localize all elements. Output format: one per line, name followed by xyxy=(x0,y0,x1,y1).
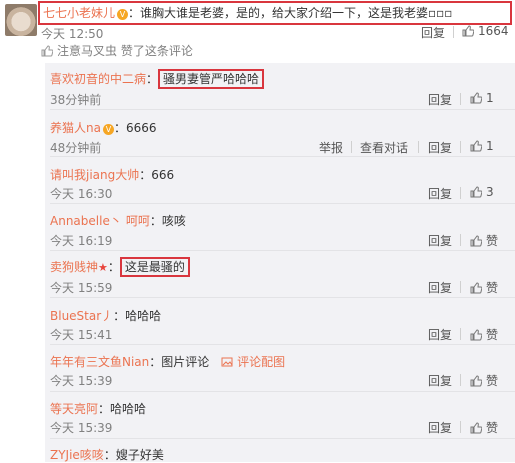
thumbs-up-icon xyxy=(470,92,482,104)
reply-time: 今天 16:30 xyxy=(50,187,113,201)
thumbs-up-icon xyxy=(470,282,482,294)
reply-button[interactable]: 回复 xyxy=(428,91,452,108)
vip-badge-icon: V xyxy=(102,124,114,135)
like-icon xyxy=(41,45,53,57)
image-icon xyxy=(221,357,233,367)
reply-username[interactable]: 等天亮阿 xyxy=(50,402,98,416)
divider xyxy=(460,421,461,433)
thumbs-up-icon xyxy=(462,25,474,37)
reply-text: ：6666 xyxy=(113,121,157,135)
divider xyxy=(460,234,461,246)
reply-time: 今天 16:19 xyxy=(50,234,113,248)
reply-item: Annabelle丶 呵呵：咳咳 今天 16:19 回复 赞 xyxy=(50,203,515,251)
main-like-count: 1664 xyxy=(478,24,509,38)
like-count: 赞 xyxy=(486,328,499,342)
reply-username[interactable]: BlueStar丿 xyxy=(50,309,113,323)
divider xyxy=(460,141,461,153)
reply-username[interactable]: 请叫我jiang大帅 xyxy=(50,168,139,182)
divider xyxy=(351,141,352,153)
reply-button[interactable]: 回复 xyxy=(428,185,452,202)
reply-text: ：哈哈哈 xyxy=(113,309,162,323)
reply-text: ：哈哈哈 xyxy=(98,402,147,416)
main-reply-button[interactable]: 回复 xyxy=(421,24,445,41)
reply-username[interactable]: 卖狗贱神 xyxy=(50,260,98,274)
reply-item: 喜欢初音的中二病： 骚男妻管严哈哈哈 38分钟前 回复 1 xyxy=(50,63,515,110)
like-count: 赞 xyxy=(486,374,499,388)
reply-button[interactable]: 回复 xyxy=(428,419,452,436)
like-count: 1 xyxy=(486,139,494,153)
like-button[interactable]: 3 xyxy=(470,185,494,199)
divider xyxy=(453,26,454,38)
reply-username[interactable]: Annabelle丶 xyxy=(50,214,122,228)
vip-badge-icon: V xyxy=(117,9,129,20)
reply-button[interactable]: 回复 xyxy=(428,232,452,249)
reply-time: 今天 15:39 xyxy=(50,421,113,435)
reply-item: 年年有三文鱼Nian：图片评论 评论配图 今天 15:39 回复 赞 xyxy=(50,345,515,392)
avatar[interactable] xyxy=(5,4,37,36)
main-comment-time: 今天 12:50 xyxy=(41,27,104,41)
reply-item: 卖狗贱神★： 这是最骚的 今天 15:59 回复 赞 xyxy=(50,251,515,298)
divider xyxy=(460,328,461,340)
reply-item: BlueStar丿：哈哈哈 今天 15:41 回复 赞 xyxy=(50,298,515,345)
reply-time: 今天 15:39 xyxy=(50,374,113,388)
reply-username[interactable]: 年年有三文鱼Nian xyxy=(50,355,149,369)
reply-text: 这是最骚的 xyxy=(119,257,190,277)
divider xyxy=(460,187,461,199)
reply-text: ：图片评论 xyxy=(149,355,210,369)
thumbs-up-icon xyxy=(470,140,482,152)
reply-time: 48分钟前 xyxy=(50,141,102,155)
like-count: 赞 xyxy=(486,234,499,248)
main-like-button[interactable]: 1664 xyxy=(462,24,509,38)
main-comment-username[interactable]: 七七小老妹儿 xyxy=(43,6,115,20)
reply-button[interactable]: 回复 xyxy=(428,279,452,296)
liked-by-text: 注意马叉虫 赞了这条评论 xyxy=(57,44,193,58)
reply-username[interactable]: ZYJie咳咳 xyxy=(50,448,104,462)
like-button[interactable]: 赞 xyxy=(470,232,498,249)
like-count: 1 xyxy=(486,91,494,105)
star-icon: ★ xyxy=(98,261,108,274)
like-button[interactable]: 赞 xyxy=(470,279,498,296)
reply-text: ：咳咳 xyxy=(149,214,186,228)
thumbs-up-icon xyxy=(470,375,482,387)
view-pic-link[interactable]: 评论配图 xyxy=(237,355,285,369)
view-dialog-button[interactable]: 查看对话 xyxy=(360,139,408,156)
reply-time: 今天 15:59 xyxy=(50,281,113,295)
main-comment-text: ：谁胸大谁是老婆，是的，给大家介绍一下，这是我老婆▫▫▫ xyxy=(128,6,453,20)
thumbs-up-icon xyxy=(470,422,482,434)
like-count: 3 xyxy=(486,185,494,199)
reply-item: 养猫人na V ：6666 48分钟前 举报 查看对话 回复 1 xyxy=(50,109,515,157)
like-count: 赞 xyxy=(486,281,499,295)
thumbs-up-icon xyxy=(470,235,482,247)
reply-text: 骚男妻管严哈哈哈 xyxy=(158,69,265,89)
reply-button[interactable]: 回复 xyxy=(428,372,452,389)
reply-button[interactable]: 回复 xyxy=(428,326,452,343)
reply-item: 等天亮阿：哈哈哈 今天 15:39 回复 赞 xyxy=(50,392,515,439)
divider xyxy=(460,93,461,105)
thumbs-up-icon xyxy=(470,329,482,341)
report-button[interactable]: 举报 xyxy=(319,139,343,156)
reply-username[interactable]: 养猫人na xyxy=(50,121,101,135)
like-button[interactable]: 赞 xyxy=(470,372,498,389)
liked-by-line: 注意马叉虫 赞了这条评论 xyxy=(41,42,193,59)
reply-item: ZYJie咳咳：嫂子好美 xyxy=(50,439,515,462)
divider xyxy=(460,281,461,293)
reply-time: 38分钟前 xyxy=(50,93,102,107)
divider xyxy=(460,374,461,386)
like-button[interactable]: 1 xyxy=(470,139,494,153)
main-comment-box: 七七小老妹儿 V ：谁胸大谁是老婆，是的，给大家介绍一下，这是我老婆▫▫▫ xyxy=(38,1,512,25)
like-button[interactable]: 1 xyxy=(470,91,494,105)
mention-link[interactable]: 呵呵 xyxy=(126,214,150,228)
reply-text: ：666 xyxy=(139,168,175,182)
thumbs-up-icon xyxy=(470,186,482,198)
divider xyxy=(418,141,419,153)
reply-text: ：嫂子好美 xyxy=(103,448,164,462)
like-button[interactable]: 赞 xyxy=(470,419,498,436)
reply-button[interactable]: 回复 xyxy=(428,139,452,156)
reply-username[interactable]: 喜欢初音的中二病 xyxy=(50,72,146,86)
reply-item: 请叫我jiang大帅：666 今天 16:30 回复 3 xyxy=(50,156,515,204)
like-button[interactable]: 赞 xyxy=(470,326,498,343)
like-count: 赞 xyxy=(486,421,499,435)
reply-time: 今天 15:41 xyxy=(50,328,113,342)
